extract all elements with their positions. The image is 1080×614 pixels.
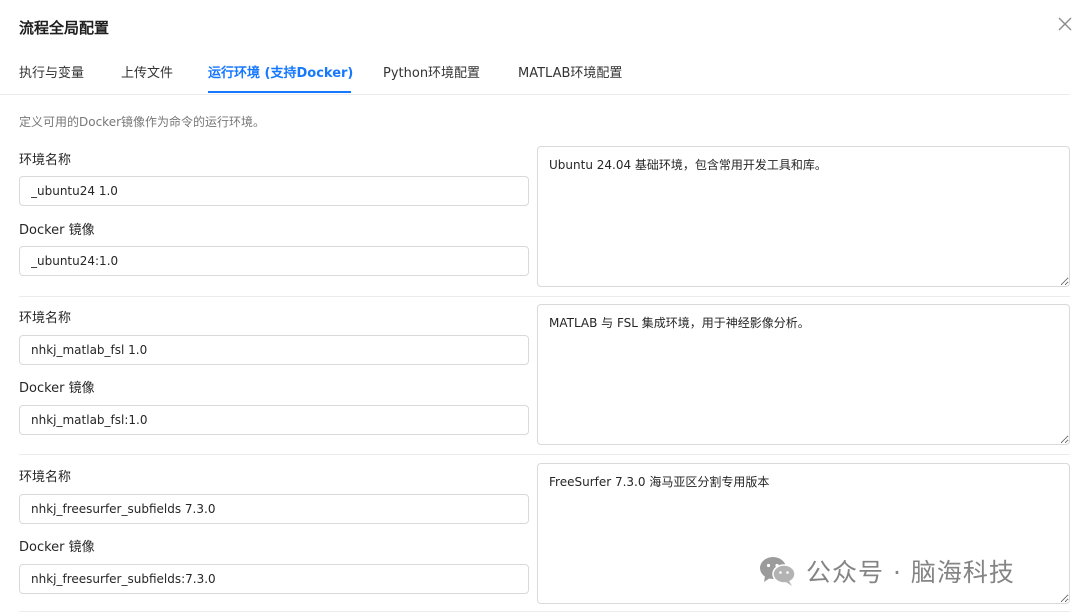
tab-matlab-environment[interactable]: MATLAB环境配置	[518, 62, 622, 81]
tab-python-environment[interactable]: Python环境配置	[383, 62, 480, 81]
env-name-input[interactable]	[19, 494, 529, 524]
close-icon[interactable]	[1056, 15, 1074, 33]
env-description-textarea[interactable]: MATLAB 与 FSL 集成环境，用于神经影像分析。	[537, 304, 1070, 445]
docker-image-input[interactable]	[19, 564, 529, 594]
dialog-title: 流程全局配置	[19, 19, 110, 37]
env-entry: 环境名称 Docker 镜像 Ubuntu 24.04 基础环境，包含常用开发工…	[0, 139, 1080, 297]
docker-image-input[interactable]	[19, 246, 529, 276]
env-name-label: 环境名称	[19, 311, 72, 326]
env-description-textarea[interactable]: Ubuntu 24.04 基础环境，包含常用开发工具和库。	[537, 146, 1070, 287]
env-entry: 环境名称 Docker 镜像 MATLAB 与 FSL 集成环境，用于神经影像分…	[0, 297, 1080, 455]
docker-image-label: Docker 镜像	[19, 381, 95, 396]
active-tab-indicator	[208, 91, 351, 93]
tab-upload-files[interactable]: 上传文件	[121, 62, 173, 81]
watermark-text: 公众号 · 脑海科技	[806, 558, 1015, 587]
docker-image-label: Docker 镜像	[19, 540, 95, 555]
env-name-input[interactable]	[19, 335, 529, 365]
docker-image-label: Docker 镜像	[19, 223, 95, 238]
env-divider	[19, 611, 1070, 612]
watermark: 公众号 · 脑海科技	[758, 553, 1015, 589]
wechat-icon	[760, 557, 796, 586]
section-description: 定义可用的Docker镜像作为命令的运行环境。	[19, 115, 266, 129]
env-name-input[interactable]	[19, 176, 529, 206]
env-divider	[19, 454, 1070, 455]
tab-bar: 执行与变量 上传文件 运行环境 (支持Docker) Python环境配置 MA…	[0, 52, 1070, 95]
env-name-label: 环境名称	[19, 153, 72, 168]
env-name-label: 环境名称	[19, 470, 72, 485]
env-entry: 环境名称 Docker 镜像 FreeSurfer 7.3.0 海马亚区分割专用…	[0, 456, 1080, 614]
tab-execution-variables[interactable]: 执行与变量	[19, 62, 84, 81]
docker-image-input[interactable]	[19, 405, 529, 435]
tab-runtime-environment[interactable]: 运行环境 (支持Docker)	[208, 62, 353, 81]
